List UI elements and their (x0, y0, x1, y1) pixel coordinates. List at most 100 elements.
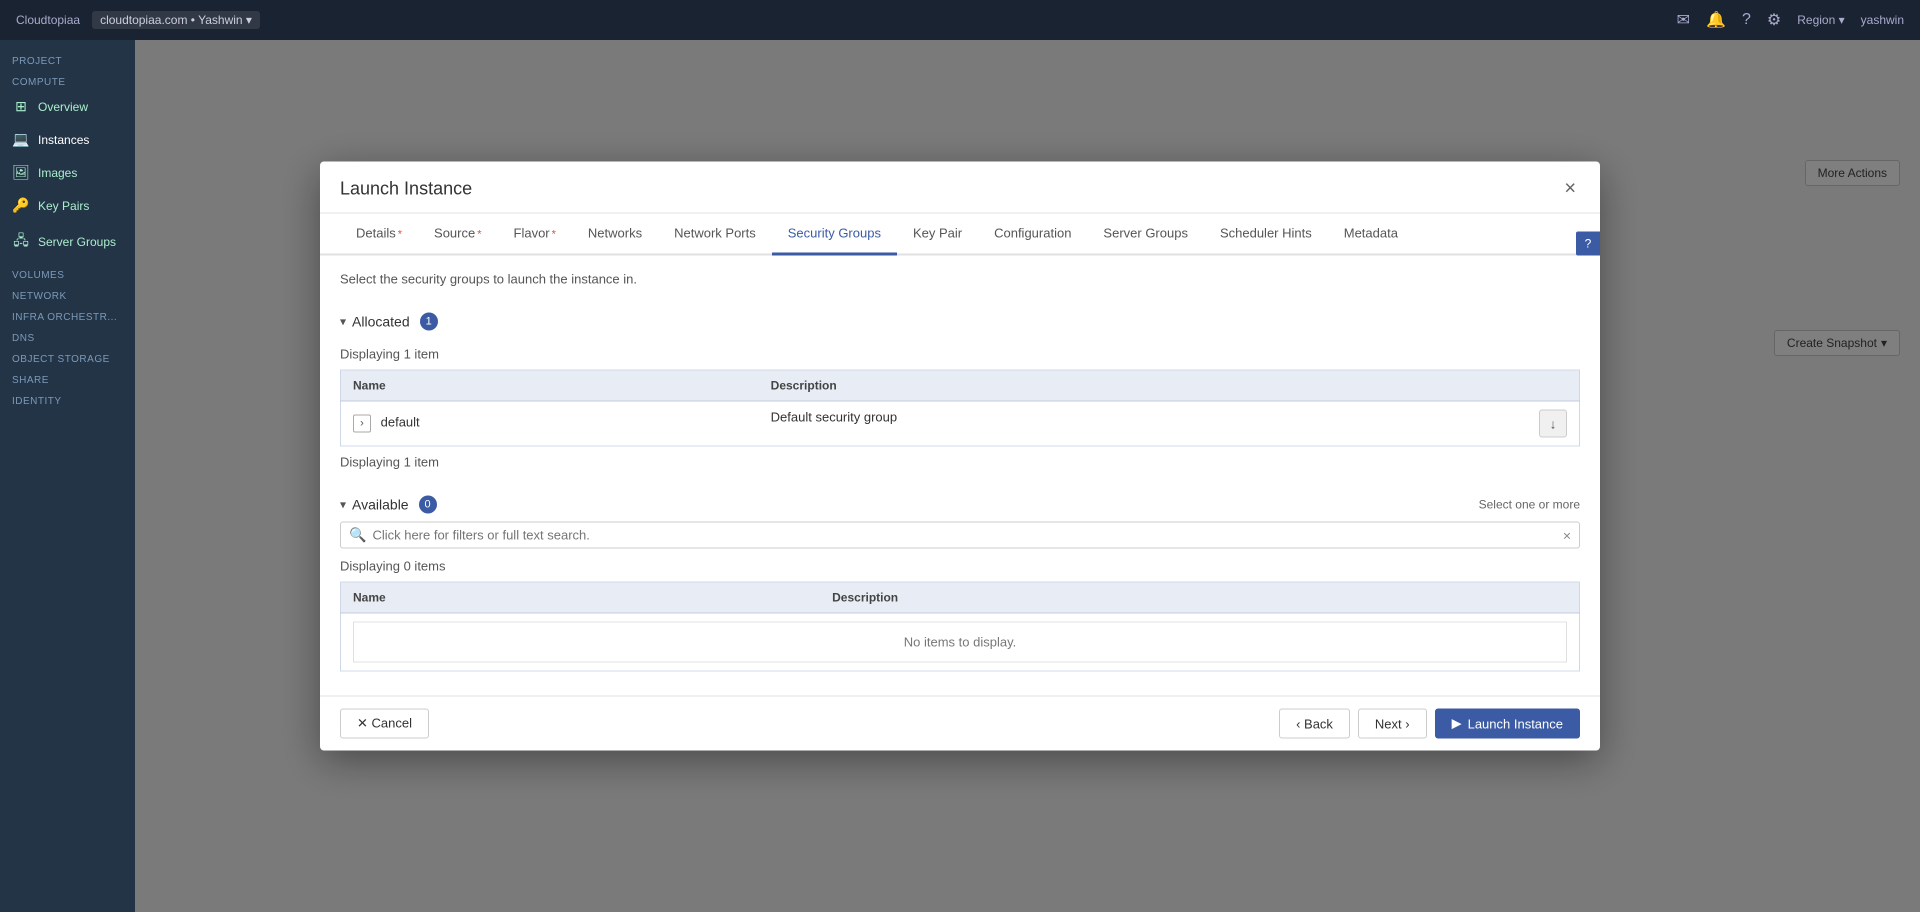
available-table-header-row: Name Description (341, 582, 1580, 613)
allocated-section-header[interactable]: ▾ Allocated 1 (340, 303, 1580, 339)
allocated-table-header-row: Name Description (341, 370, 1580, 401)
modal-footer: ✕ Cancel ‹ Back Next › ▶ Launch Instance (320, 696, 1600, 751)
images-icon: 🖼 (12, 164, 30, 181)
sidebar-section-compute: Compute (0, 69, 135, 90)
available-col-name: Name (341, 582, 821, 613)
mail-icon[interactable]: ✉ (1677, 10, 1690, 30)
sidebar-section-share: Share (0, 367, 135, 388)
tab-networks-label: Networks (588, 226, 642, 241)
overview-icon: ⊞ (12, 98, 30, 115)
sidebar-item-key-pairs[interactable]: 🔑 Key Pairs (0, 189, 135, 222)
available-section: ▾ Available 0 Select one or more 🔍 × Dis… (340, 486, 1580, 672)
modal-header: Launch Instance × (320, 162, 1600, 214)
sidebar-section-network: Network (0, 283, 135, 304)
sidebar-item-label: Instances (38, 133, 89, 147)
top-nav-left: Cloudtopiaa cloudtopiaa.com • Yashwin ▾ (16, 11, 260, 29)
region-selector[interactable]: Region ▾ (1797, 13, 1844, 27)
tab-network-ports[interactable]: Network Ports (658, 214, 772, 256)
sidebar-section-object-storage: Object Storage (0, 346, 135, 367)
available-label: Available (352, 497, 409, 513)
allocated-col-name: Name (341, 370, 759, 401)
modal-body: Select the security groups to launch the… (320, 256, 1600, 696)
modal-title: Launch Instance (340, 179, 472, 200)
modal-tabs: Details* Source* Flavor* Networks Networ… (320, 214, 1600, 256)
search-input[interactable] (372, 528, 1562, 543)
back-button[interactable]: ‹ Back (1279, 709, 1350, 739)
sidebar-item-overview[interactable]: ⊞ Overview (0, 90, 135, 123)
available-col-description: Description (820, 582, 1579, 613)
sidebar-section-infra: Infra Orchestr... (0, 304, 135, 325)
security-groups-description: Select the security groups to launch the… (340, 272, 1580, 287)
tab-security-groups[interactable]: Security Groups (772, 214, 897, 256)
tab-configuration-label: Configuration (994, 226, 1071, 241)
sidebar-item-instances[interactable]: 💻 Instances (0, 123, 135, 156)
tab-key-pair[interactable]: Key Pair (897, 214, 978, 256)
no-items-message: No items to display. (353, 622, 1567, 663)
sidebar-section-project: Project (0, 48, 135, 69)
search-icon: 🔍 (349, 527, 366, 544)
sidebar-section-dns: DNS (0, 325, 135, 346)
user-menu[interactable]: yashwin (1861, 13, 1904, 27)
table-row: No items to display. (341, 613, 1580, 671)
tab-source[interactable]: Source* (418, 214, 497, 256)
tab-details[interactable]: Details* (340, 214, 418, 256)
sidebar-item-label: Overview (38, 100, 88, 114)
search-clear-icon[interactable]: × (1563, 527, 1571, 543)
launch-instance-button[interactable]: ▶ Launch Instance (1435, 709, 1580, 739)
footer-right-buttons: ‹ Back Next › ▶ Launch Instance (1279, 709, 1580, 739)
tab-flavor-label: Flavor (514, 226, 550, 241)
tab-key-pair-label: Key Pair (913, 226, 962, 241)
modal-close-button[interactable]: × (1560, 178, 1580, 201)
tab-metadata-label: Metadata (1344, 226, 1398, 241)
allocated-footer-count: Displaying 1 item (340, 455, 1580, 470)
sidebar-item-images[interactable]: 🖼 Images (0, 156, 135, 189)
allocated-display-count: Displaying 1 item (340, 347, 1580, 362)
cancel-button[interactable]: ✕ Cancel (340, 709, 429, 739)
tab-details-label: Details (356, 226, 396, 241)
tab-network-ports-label: Network Ports (674, 226, 756, 241)
top-nav-right: ✉ 🔔 ? ⚙ Region ▾ yashwin (1677, 10, 1904, 30)
server-groups-icon: 🖧 (12, 230, 30, 254)
settings-icon[interactable]: ⚙ (1767, 10, 1781, 30)
instances-icon: 💻 (12, 131, 30, 148)
top-navigation: Cloudtopiaa cloudtopiaa.com • Yashwin ▾ … (0, 0, 1920, 40)
key-pairs-icon: 🔑 (12, 197, 30, 214)
tab-flavor[interactable]: Flavor* (498, 214, 572, 256)
tab-server-groups[interactable]: Server Groups (1087, 214, 1204, 256)
available-display-count: Displaying 0 items (340, 559, 1580, 574)
tab-networks[interactable]: Networks (572, 214, 658, 256)
tab-scheduler-hints[interactable]: Scheduler Hints (1204, 214, 1328, 256)
current-url[interactable]: cloudtopiaa.com • Yashwin ▾ (92, 11, 260, 29)
brand-name: Cloudtopiaa (16, 13, 80, 27)
tab-source-label: Source (434, 226, 475, 241)
search-box: 🔍 × (340, 522, 1580, 549)
tab-server-groups-label: Server Groups (1103, 226, 1188, 241)
row-remove-button[interactable]: ↓ (1539, 410, 1567, 438)
allocated-chevron-icon: ▾ (340, 315, 346, 329)
sidebar: Project Compute ⊞ Overview 💻 Instances 🖼… (0, 40, 135, 912)
allocated-col-description: Description (759, 370, 1580, 401)
sidebar-item-label: Images (38, 166, 77, 180)
available-chevron-icon: ▾ (340, 498, 346, 512)
tab-scheduler-hints-label: Scheduler Hints (1220, 226, 1312, 241)
tab-configuration[interactable]: Configuration (978, 214, 1087, 256)
allocated-label: Allocated (352, 314, 410, 330)
allocated-row-name-value: default (381, 415, 420, 430)
sidebar-item-label: Key Pairs (38, 199, 89, 213)
notification-icon[interactable]: 🔔 (1706, 10, 1726, 30)
tab-metadata[interactable]: Metadata (1328, 214, 1414, 256)
modal-help-button[interactable]: ? (1576, 232, 1600, 256)
available-count: 0 (419, 496, 437, 514)
next-button[interactable]: Next › (1358, 709, 1427, 739)
available-table: Name Description No items to display. (340, 582, 1580, 672)
help-icon: ? (1585, 237, 1592, 251)
launch-instance-modal: Launch Instance × ? Details* Source* Fla… (320, 162, 1600, 751)
help-icon[interactable]: ? (1742, 11, 1751, 29)
allocated-count: 1 (420, 313, 438, 331)
allocated-row-name: › default (341, 401, 759, 446)
available-section-header[interactable]: ▾ Available 0 Select one or more (340, 486, 1580, 522)
allocated-row-description-value: Default security group (771, 410, 897, 425)
row-expand-button[interactable]: › (353, 415, 371, 433)
allocated-row-description: Default security group ↓ (759, 401, 1580, 446)
sidebar-item-server-groups[interactable]: 🖧 Server Groups (0, 222, 135, 262)
